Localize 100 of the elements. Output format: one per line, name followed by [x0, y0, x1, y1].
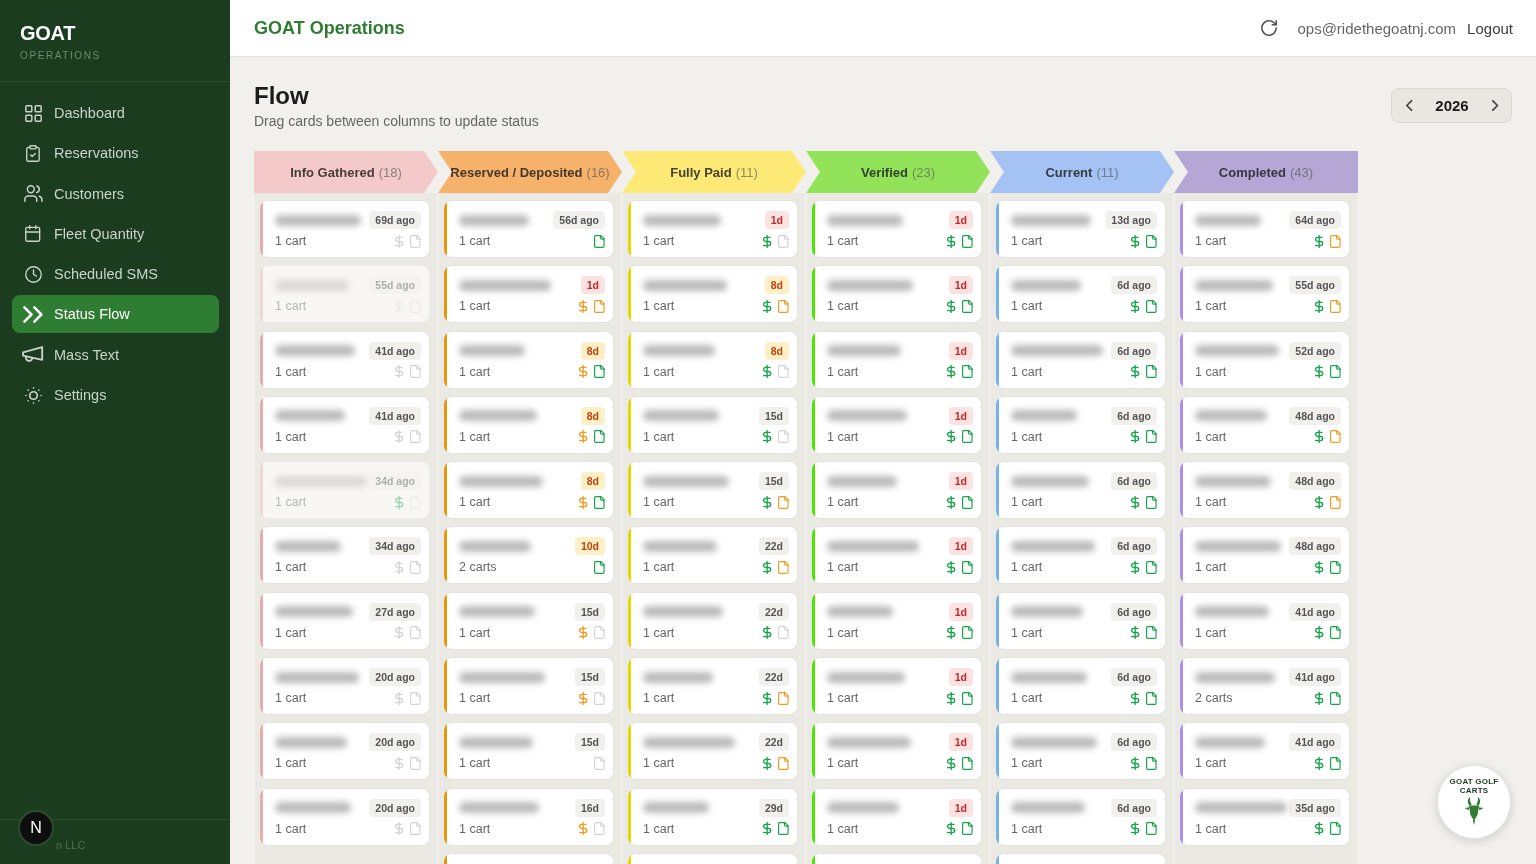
- cart-count: 1 cart: [643, 429, 675, 444]
- reservation-card[interactable]: 41d ago 1 cart: [1180, 722, 1350, 781]
- age-badge: 6d ago: [1111, 406, 1157, 425]
- reservation-card[interactable]: 8d 1 cart: [444, 395, 614, 454]
- reservation-card[interactable]: 6d ago 1 cart: [996, 722, 1166, 781]
- age-badge: 15d: [758, 406, 789, 425]
- chevron-left-icon[interactable]: [1406, 100, 1413, 111]
- reservation-card[interactable]: 48d ago 1 cart: [1180, 461, 1350, 520]
- reservation-card[interactable]: 6d ago 1 cart: [996, 787, 1166, 846]
- reservation-card[interactable]: 1d 1 cart: [812, 591, 982, 650]
- reservation-card[interactable]: 22d 1 cart: [628, 526, 798, 585]
- nav-item[interactable]: Scheduled SMS: [12, 255, 219, 294]
- reservation-card[interactable]: 8d 1 cart: [444, 461, 614, 520]
- nav-item[interactable]: Reservations: [12, 134, 219, 173]
- reservation-card[interactable]: 1d 1 cart: [812, 722, 982, 781]
- nav-item[interactable]: Settings: [12, 376, 219, 415]
- reservation-card[interactable]: 41d ago 2 carts: [1180, 657, 1350, 716]
- reservation-card[interactable]: 6d ago 1 cart: [996, 330, 1166, 389]
- refresh-icon[interactable]: [1261, 20, 1278, 36]
- cart-count: 1 cart: [1195, 625, 1227, 640]
- reservation-card[interactable]: 41d ago 1 cart: [1180, 591, 1350, 650]
- age-badge: 6d ago: [1111, 537, 1157, 556]
- reservation-card[interactable]: 8d 1 cart: [628, 330, 798, 389]
- reservation-card[interactable]: 6d ago 1 cart: [996, 591, 1166, 650]
- reservation-card[interactable]: 15d 1 cart: [444, 657, 614, 716]
- reservation-card[interactable]: 8d 1 cart: [444, 330, 614, 389]
- reservation-card[interactable]: 6d ago 1 cart: [996, 657, 1166, 716]
- reservation-card[interactable]: 69d ago 1 cart: [260, 200, 430, 258]
- reservation-card[interactable]: 52d ago 1 cart: [1180, 330, 1350, 389]
- reservation-card[interactable]: 1d 1 cart: [812, 657, 982, 716]
- reservation-card[interactable]: 20d ago 1 cart: [260, 787, 430, 846]
- column-title: Completed: [1218, 164, 1286, 180]
- reservation-card[interactable]: 8d 1 cart: [628, 265, 798, 324]
- cart-count: 1 cart: [643, 691, 675, 706]
- age-badge: 41d ago: [369, 341, 421, 360]
- reservation-card[interactable]: 22d 1 cart: [628, 591, 798, 650]
- reservation-card[interactable]: 34d ago 1 cart: [260, 526, 430, 585]
- reservation-card[interactable]: 6d ago 1 cart: [996, 461, 1166, 520]
- reservation-card[interactable]: 41d ago 1 cart: [260, 395, 430, 454]
- age-badge: 6d ago: [1111, 668, 1157, 687]
- reservation-card[interactable]: 1d 1 cart: [812, 395, 982, 454]
- blurred-name: [1011, 410, 1077, 422]
- reservation-card[interactable]: 1d 1 cart: [812, 526, 982, 585]
- reservation-card[interactable]: 13d ago 1 cart: [996, 200, 1166, 258]
- reservation-card[interactable]: 20d ago 1 cart: [260, 657, 430, 716]
- reservation-card[interactable]: 1d 1 cart: [812, 787, 982, 846]
- reservation-card[interactable]: 15d 1 cart: [444, 722, 614, 781]
- age-badge: 1d: [948, 276, 973, 295]
- reservation-card[interactable]: 64d ago 1 cart: [1180, 200, 1350, 258]
- reservation-card[interactable]: 1d 1 cart: [628, 200, 798, 258]
- reservation-card[interactable]: 48d ago 1 cart: [1180, 395, 1350, 454]
- reservation-card[interactable]: 6d ago 1 cart: [996, 526, 1166, 585]
- reservation-card[interactable]: 29d 1 cart: [628, 787, 798, 846]
- age-badge: 20d ago: [369, 733, 421, 752]
- reservation-card[interactable]: 16d 1 cart: [444, 787, 614, 846]
- age-badge: 48d ago: [1289, 537, 1341, 556]
- cart-count: 1 cart: [827, 625, 859, 640]
- reservation-card[interactable]: 22d 1 cart: [628, 722, 798, 781]
- reservation-card[interactable]: 10d 2 carts: [444, 526, 614, 585]
- nav-item[interactable]: Customers: [12, 174, 219, 213]
- nav-item[interactable]: Fleet Quantity: [12, 214, 219, 253]
- reservation-card[interactable]: 1d 1 cart: [444, 265, 614, 324]
- reservation-card[interactable]: 1d 1 cart: [812, 265, 982, 324]
- age-badge: 6d ago: [1111, 798, 1157, 817]
- nav-item[interactable]: Dashboard: [12, 94, 219, 132]
- cart-count: 1 cart: [827, 495, 859, 510]
- grid-icon: [24, 104, 42, 122]
- blurred-name: [1195, 736, 1265, 748]
- reservation-card[interactable]: 6d ago 1 cart: [996, 265, 1166, 324]
- reservation-card[interactable]: 15d 1 cart: [628, 395, 798, 454]
- reservation-card[interactable]: 15d 1 cart: [444, 591, 614, 650]
- reservation-card[interactable]: 15d 1 cart: [628, 461, 798, 520]
- blurred-name: [827, 475, 897, 487]
- reservation-card[interactable]: 48d ago 1 cart: [1180, 526, 1350, 585]
- blurred-name: [459, 214, 529, 226]
- reservation-card[interactable]: 27d ago 1 cart: [260, 591, 430, 650]
- reservation-card[interactable]: 35d ago 1 cart: [1180, 787, 1350, 846]
- reservation-card[interactable]: 1d 1 cart: [812, 461, 982, 520]
- cart-count: 1 cart: [643, 756, 675, 771]
- reservation-card[interactable]: 22d 1 cart: [628, 657, 798, 716]
- reservation-card[interactable]: 1d 1 cart: [812, 330, 982, 389]
- blurred-name: [275, 410, 345, 422]
- logout-link[interactable]: Logout: [1467, 19, 1513, 37]
- reservation-card[interactable]: 6d ago 1 cart: [996, 395, 1166, 454]
- age-badge: 15d: [574, 733, 605, 752]
- reservation-card[interactable]: 1d 1 cart: [812, 200, 982, 258]
- reservation-card[interactable]: 20d ago 1 cart: [260, 722, 430, 781]
- age-badge: 1d: [764, 211, 789, 229]
- age-badge: 29d: [758, 798, 789, 817]
- reservation-card[interactable]: 55d ago 1 cart: [1180, 265, 1350, 324]
- age-badge: 48d ago: [1289, 406, 1341, 425]
- age-badge: 1d: [948, 341, 973, 360]
- chevron-right-icon[interactable]: [1491, 100, 1498, 111]
- clock-icon: [24, 265, 42, 283]
- reservation-card[interactable]: 41d ago 1 cart: [260, 330, 430, 389]
- nav-item[interactable]: Mass Text: [12, 335, 219, 374]
- brand-name: GOAT: [20, 22, 76, 44]
- nav-item[interactable]: Status Flow: [12, 295, 219, 334]
- reservation-card[interactable]: 56d ago 1 cart: [444, 200, 614, 258]
- column-title: Current: [1045, 164, 1093, 180]
